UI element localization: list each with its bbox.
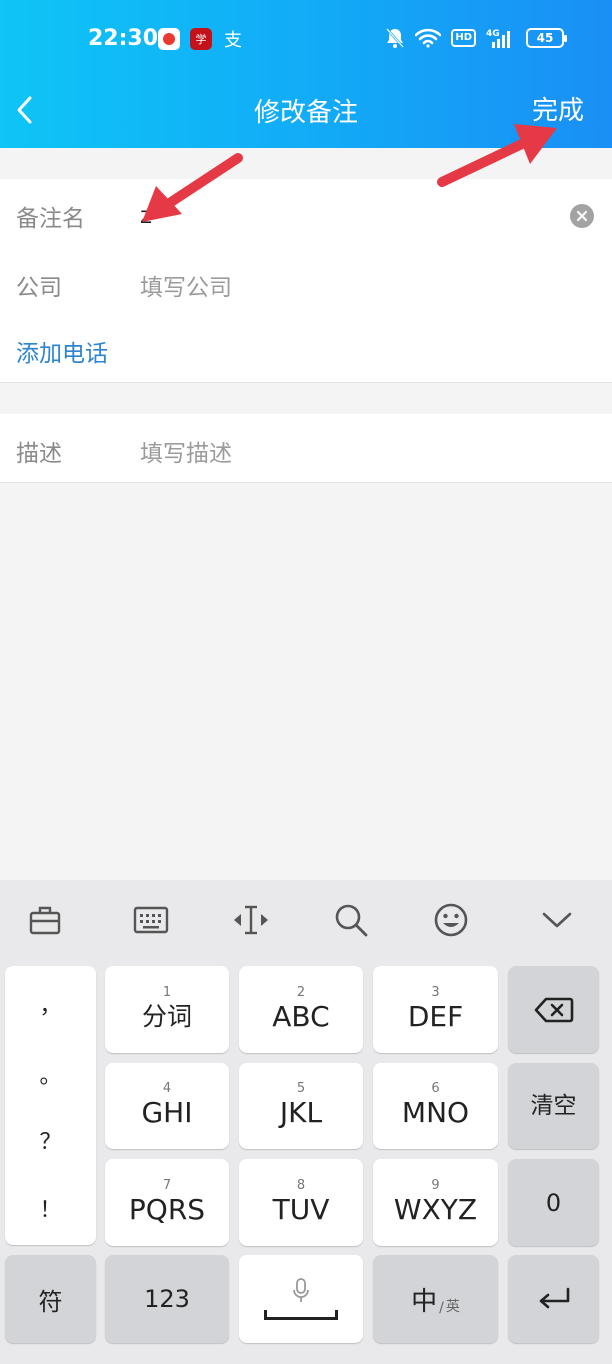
microphone-icon	[293, 1278, 309, 1302]
video-app-icon	[158, 28, 180, 50]
add-phone-link[interactable]: 添加电话	[16, 334, 108, 368]
description-row[interactable]: 描述 填写描述	[0, 418, 612, 484]
search-icon[interactable]	[331, 900, 371, 940]
enter-icon	[539, 1287, 569, 1309]
key-6[interactable]: 6 MNO	[373, 1063, 498, 1149]
backspace-key[interactable]	[508, 966, 599, 1053]
app-header: 22:30 学 支 HD 4G 45 修改备注 完成	[0, 0, 612, 148]
punctuation-column[interactable]: ， 。 ？ ！	[5, 966, 96, 1245]
status-app-icons: 学 支	[158, 28, 244, 51]
company-row[interactable]: 公司 填写公司	[0, 252, 612, 318]
close-icon	[576, 210, 588, 222]
key-7[interactable]: 7 PQRS	[105, 1159, 229, 1246]
clear-input-button[interactable]	[570, 204, 594, 228]
status-indicators: HD 4G 45	[385, 27, 567, 49]
symbol-key[interactable]: 符	[5, 1255, 96, 1343]
done-button[interactable]: 完成	[532, 90, 584, 127]
nav-bar: 修改备注 完成	[0, 78, 612, 148]
enter-key[interactable]	[508, 1255, 599, 1343]
emoji-icon[interactable]	[431, 900, 471, 940]
bell-muted-icon	[385, 27, 405, 49]
remark-form-card: 备注名 z 公司 填写公司 添加电话	[0, 179, 612, 383]
status-bar: 22:30 学 支 HD 4G 45	[0, 0, 612, 78]
language-switch-key[interactable]: 中 / 英	[373, 1255, 498, 1343]
remark-name-label: 备注名	[16, 206, 85, 232]
key-8[interactable]: 8 TUV	[239, 1159, 363, 1246]
space-bar-icon	[264, 1310, 338, 1320]
key-2[interactable]: 2 ABC	[239, 966, 363, 1053]
toolbox-icon[interactable]	[25, 900, 65, 940]
punct-comma-key[interactable]: ，	[5, 988, 96, 1020]
space-key[interactable]	[239, 1255, 363, 1343]
description-label: 描述	[16, 441, 62, 467]
wifi-icon	[415, 27, 442, 49]
description-input[interactable]: 填写描述	[140, 434, 232, 468]
battery-indicator: 45	[526, 28, 567, 48]
key-9[interactable]: 9 WXYZ	[373, 1159, 498, 1246]
collapse-icon[interactable]	[537, 900, 577, 940]
signal-icon: 4G	[486, 27, 516, 49]
punct-question-key[interactable]: ？	[5, 1124, 96, 1156]
remark-name-row[interactable]: 备注名 z	[0, 183, 612, 249]
page-title: 修改备注	[253, 98, 358, 128]
description-card: 描述 填写描述	[0, 414, 612, 483]
svg-text:4G: 4G	[486, 29, 500, 39]
remark-name-input[interactable]: z	[140, 203, 152, 229]
pay-app-icon: 支	[224, 30, 242, 51]
cursor-move-icon[interactable]	[231, 900, 271, 940]
punct-exclaim-key[interactable]: ！	[5, 1192, 96, 1224]
key-5[interactable]: 5 JKL	[239, 1063, 363, 1149]
backspace-icon	[534, 997, 573, 1022]
number-mode-key[interactable]: 123	[105, 1255, 229, 1343]
key-4[interactable]: 4 GHI	[105, 1063, 229, 1149]
company-input[interactable]: 填写公司	[140, 268, 232, 302]
keyboard-icon[interactable]	[131, 900, 171, 940]
company-label: 公司	[16, 275, 62, 301]
brand-app-icon: 学	[190, 28, 212, 50]
clear-all-key[interactable]: 清空	[508, 1063, 599, 1149]
add-phone-row[interactable]: 添加电话	[0, 318, 612, 384]
hd-badge: HD	[451, 29, 476, 47]
key-0[interactable]: 0	[508, 1159, 599, 1246]
key-3[interactable]: 3 DEF	[373, 966, 498, 1053]
status-time: 22:30	[88, 26, 159, 51]
keyboard-toolbar	[0, 880, 612, 962]
punct-period-key[interactable]: 。	[5, 1058, 96, 1090]
key-1[interactable]: 1 分词	[105, 966, 229, 1053]
